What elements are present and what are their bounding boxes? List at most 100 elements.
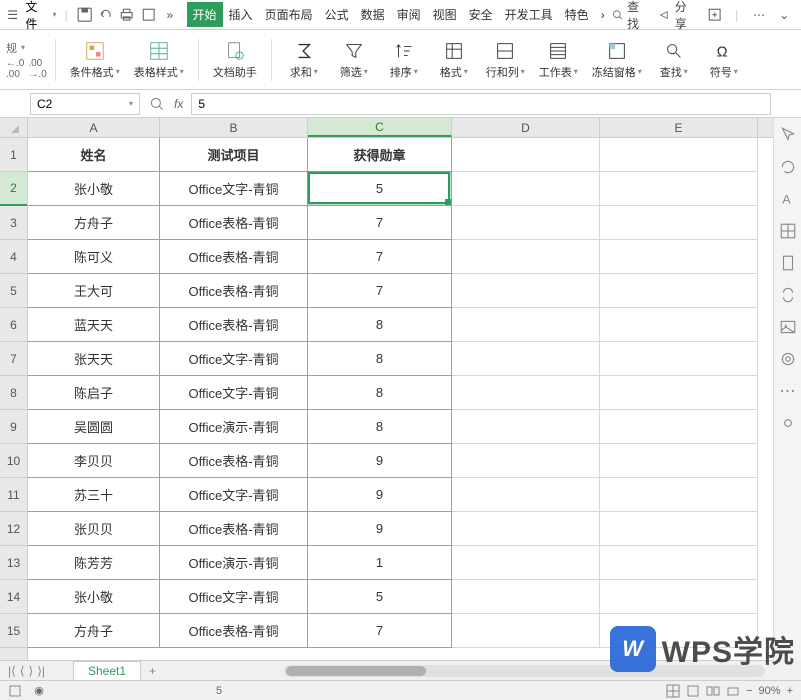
row-header-16[interactable]: 16 (0, 648, 27, 660)
data-cell[interactable]: 王大可 (28, 274, 160, 308)
col-header-E[interactable]: E (600, 118, 758, 137)
share-button[interactable]: 分享 (658, 0, 698, 32)
tab-3[interactable]: 公式 (319, 2, 355, 27)
empty-cell[interactable] (600, 614, 758, 648)
row-header-2[interactable]: 2 (0, 172, 27, 206)
hamburger-icon[interactable]: ☰ (4, 6, 21, 24)
data-cell[interactable]: 8 (308, 376, 452, 410)
row-header-10[interactable]: 10 (0, 444, 27, 478)
tab-7[interactable]: 安全 (463, 2, 499, 27)
row-header-4[interactable]: 4 (0, 240, 27, 274)
data-cell[interactable]: 陈启子 (28, 376, 160, 410)
cursor-icon[interactable] (779, 126, 797, 144)
row-header-5[interactable]: 5 (0, 274, 27, 308)
empty-cell[interactable] (600, 580, 758, 614)
empty-cell[interactable] (600, 478, 758, 512)
empty-cell[interactable] (452, 410, 600, 444)
data-cell[interactable]: 苏三十 (28, 478, 160, 512)
decrease-decimal-icon[interactable]: ←.0.00 (6, 58, 24, 80)
grid-side-icon[interactable] (779, 222, 797, 240)
data-cell[interactable]: Office文字-青铜 (160, 172, 308, 206)
print-icon[interactable] (118, 6, 135, 24)
data-cell[interactable]: 9 (308, 478, 452, 512)
data-cell[interactable]: 李贝贝 (28, 444, 160, 478)
data-cell[interactable]: 8 (308, 410, 452, 444)
row-header-15[interactable]: 15 (0, 614, 27, 648)
data-cell[interactable]: Office表格-青铜 (160, 308, 308, 342)
empty-cell[interactable] (600, 546, 758, 580)
sum-button[interactable]: 求和▾ (280, 38, 328, 82)
refresh-icon[interactable] (779, 158, 797, 176)
col-header-C[interactable]: C (308, 118, 452, 137)
more-icon[interactable]: » (161, 6, 178, 24)
undo-icon[interactable] (97, 6, 114, 24)
tab-overflow-icon[interactable]: › (595, 4, 611, 26)
data-cell[interactable]: 陈芳芳 (28, 546, 160, 580)
data-cell[interactable]: Office文字-青铜 (160, 342, 308, 376)
row-header-1[interactable]: 1 (0, 138, 27, 172)
data-cell[interactable]: 张小敬 (28, 172, 160, 206)
data-cell[interactable]: 张小敬 (28, 580, 160, 614)
empty-cell[interactable] (600, 240, 758, 274)
row-header-12[interactable]: 12 (0, 512, 27, 546)
data-cell[interactable]: 蓝天天 (28, 308, 160, 342)
more-options-icon[interactable]: ⋯ (750, 6, 767, 24)
empty-cell[interactable] (452, 138, 600, 172)
cells-area[interactable]: 姓名测试项目获得勋章张小敬Office文字-青铜5方舟子Office表格-青铜7… (28, 138, 773, 660)
zoom-in-button[interactable]: + (787, 685, 793, 697)
empty-cell[interactable] (600, 308, 758, 342)
sheet-last-icon[interactable]: ⟩| (37, 664, 45, 678)
empty-cell[interactable] (600, 206, 758, 240)
data-cell[interactable]: 7 (308, 274, 452, 308)
data-cell[interactable]: Office表格-青铜 (160, 274, 308, 308)
row-header-9[interactable]: 9 (0, 410, 27, 444)
data-cell[interactable]: 陈可义 (28, 240, 160, 274)
data-cell[interactable]: 张贝贝 (28, 512, 160, 546)
data-cell[interactable]: Office文字-青铜 (160, 580, 308, 614)
header-cell[interactable]: 姓名 (28, 138, 160, 172)
data-cell[interactable]: 张天天 (28, 342, 160, 376)
data-cell[interactable]: 方舟子 (28, 206, 160, 240)
data-cell[interactable]: 方舟子 (28, 614, 160, 648)
increase-decimal-icon[interactable]: .00→.0 (28, 58, 46, 80)
format-dropdown[interactable]: 规 (6, 40, 17, 56)
data-cell[interactable]: Office表格-青铜 (160, 240, 308, 274)
data-cell[interactable]: Office演示-青铜 (160, 546, 308, 580)
empty-cell[interactable] (452, 444, 600, 478)
tab-9[interactable]: 特色 (559, 2, 595, 27)
conditional-format-button[interactable]: 条件格式▾ (64, 38, 126, 82)
empty-cell[interactable] (452, 376, 600, 410)
view-custom-icon[interactable] (706, 684, 720, 698)
tab-8[interactable]: 开发工具 (499, 2, 559, 27)
tab-5[interactable]: 审阅 (391, 2, 427, 27)
data-cell[interactable]: Office演示-青铜 (160, 410, 308, 444)
help-icon[interactable]: ⋯ (779, 382, 797, 400)
data-cell[interactable]: Office文字-青铜 (160, 478, 308, 512)
data-cell[interactable]: 9 (308, 444, 452, 478)
data-cell[interactable]: 5 (308, 172, 452, 206)
row-header-11[interactable]: 11 (0, 478, 27, 512)
freeze-button[interactable]: 冻结窗格▾ (586, 38, 648, 82)
empty-cell[interactable] (600, 274, 758, 308)
empty-cell[interactable] (452, 478, 600, 512)
header-cell[interactable]: 测试项目 (160, 138, 308, 172)
preview-icon[interactable] (140, 6, 157, 24)
format-button[interactable]: 格式▾ (430, 38, 478, 82)
data-cell[interactable]: 1 (308, 546, 452, 580)
doc-assistant-button[interactable]: 文档助手 (207, 38, 263, 82)
formula-input[interactable]: 5 (191, 93, 771, 115)
empty-cell[interactable] (600, 172, 758, 206)
empty-cell[interactable] (452, 512, 600, 546)
sheet-first-icon[interactable]: |⟨ (8, 664, 16, 678)
row-header-6[interactable]: 6 (0, 308, 27, 342)
view-read-icon[interactable] (726, 684, 740, 698)
empty-cell[interactable] (600, 444, 758, 478)
tab-0[interactable]: 开始 (187, 2, 223, 27)
empty-cell[interactable] (600, 512, 758, 546)
rowcol-button[interactable]: 行和列▾ (480, 38, 531, 82)
data-cell[interactable]: Office表格-青铜 (160, 614, 308, 648)
empty-cell[interactable] (600, 410, 758, 444)
save-icon[interactable] (76, 6, 93, 24)
empty-cell[interactable] (452, 308, 600, 342)
status-record-icon[interactable]: ◉ (32, 684, 46, 698)
